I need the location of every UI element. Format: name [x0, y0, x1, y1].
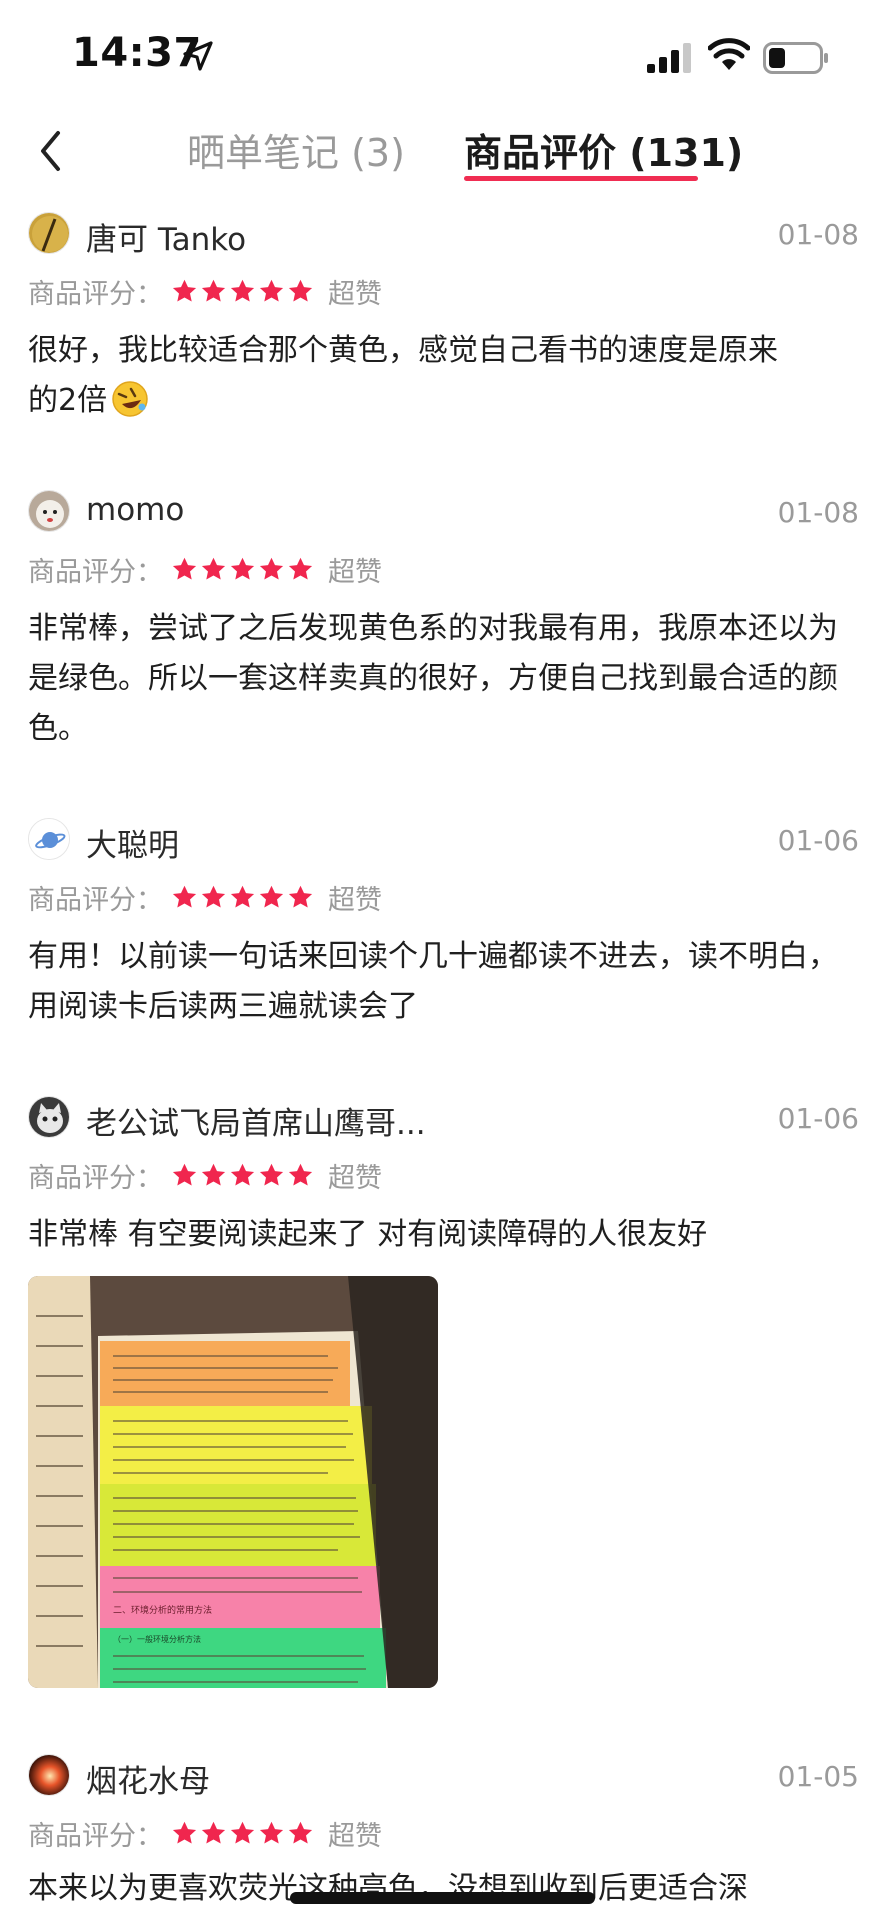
review-text[interactable]: 本来以为更喜欢荧光这种亮色，没想到收到后更适合深: [28, 1864, 858, 1914]
review-date: 01-06: [777, 1102, 859, 1135]
back-chevron-icon[interactable]: [28, 124, 76, 178]
rofl-emoji-icon: [112, 381, 148, 417]
star-icon: [201, 885, 226, 908]
review-text[interactable]: 有用！以前读一句话来回读个几十遍都读不进去，读不明白，用阅读卡后读两三遍就读会了: [28, 932, 858, 1032]
star-icon: [259, 1821, 284, 1844]
username[interactable]: 烟花水母: [86, 1756, 210, 1801]
rating-word: 超赞: [328, 1163, 382, 1194]
rating-label: 商品评分：: [28, 279, 163, 310]
star-icon: [259, 885, 284, 908]
star-icon: [172, 279, 197, 302]
username[interactable]: 老公试飞局首席山鹰哥...: [86, 1098, 426, 1143]
star-icon: [288, 557, 313, 580]
rating-word: 超赞: [328, 557, 382, 588]
location-arrow-icon: [183, 41, 213, 71]
star-icon: [288, 279, 313, 302]
home-indicator[interactable]: [290, 1892, 595, 1904]
star-icon: [230, 1163, 255, 1186]
star-icon: [230, 1821, 255, 1844]
review-tabs-header: 晒单笔记 (3) 商品评价 (131): [0, 110, 887, 190]
username[interactable]: momo: [86, 492, 184, 528]
photo-subheading: （一）一般环境分析方法: [113, 1634, 201, 1644]
star-icon: [288, 885, 313, 908]
avatar[interactable]: [28, 490, 70, 532]
star-icon: [201, 279, 226, 302]
star-rating: [171, 278, 316, 305]
review-text-line: 的2倍: [28, 383, 108, 418]
photo-heading: 二、环境分析的常用方法: [113, 1604, 212, 1616]
status-bar: 14:37: [0, 0, 887, 110]
rating-label: 商品评分：: [28, 1821, 163, 1852]
star-icon: [201, 557, 226, 580]
avatar[interactable]: [28, 1096, 70, 1138]
star-icon: [172, 1163, 197, 1186]
review-date: 01-05: [777, 1760, 859, 1793]
rating-label: 商品评分：: [28, 557, 163, 588]
review-text[interactable]: 非常棒 有空要阅读起来了 对有阅读障碍的人很友好: [28, 1210, 858, 1260]
review-photo[interactable]: 二、环境分析的常用方法 （一）一般环境分析方法: [28, 1276, 438, 1688]
rating-row: 商品评分： 超赞: [28, 1156, 382, 1195]
star-icon: [259, 1163, 284, 1186]
rating-row: 商品评分： 超赞: [28, 550, 382, 589]
star-icon: [172, 1821, 197, 1844]
rating-label: 商品评分：: [28, 885, 163, 916]
username[interactable]: 唐可 Tanko: [86, 214, 246, 259]
star-icon: [172, 557, 197, 580]
rating-label: 商品评分：: [28, 1163, 163, 1194]
review-date: 01-08: [777, 218, 859, 251]
username[interactable]: 大聪明: [86, 820, 179, 865]
active-tab-indicator: [464, 176, 698, 181]
rating-word: 超赞: [328, 279, 382, 310]
rating-row: 商品评分： 超赞: [28, 878, 382, 917]
star-rating: [171, 1162, 316, 1189]
star-icon: [288, 1163, 313, 1186]
avatar[interactable]: [28, 818, 70, 860]
review-text-line: 很好，我比较适合那个黄色，感觉自己看书的速度是原来: [28, 333, 778, 368]
star-icon: [259, 279, 284, 302]
star-icon: [259, 557, 284, 580]
wifi-icon: [708, 38, 750, 70]
tab-show-notes[interactable]: 晒单笔记 (3): [187, 122, 405, 177]
avatar[interactable]: [28, 1754, 70, 1796]
review-text[interactable]: 很好，我比较适合那个黄色，感觉自己看书的速度是原来 的2倍: [28, 326, 858, 426]
star-icon: [230, 885, 255, 908]
review-date: 01-08: [777, 496, 859, 529]
star-rating: [171, 556, 316, 583]
battery-icon: [763, 42, 828, 74]
star-icon: [230, 279, 255, 302]
star-rating: [171, 1820, 316, 1847]
review-date: 01-06: [777, 824, 859, 857]
tab-product-reviews[interactable]: 商品评价 (131): [464, 122, 743, 177]
star-icon: [172, 885, 197, 908]
star-icon: [201, 1163, 226, 1186]
cellular-signal-icon: [647, 43, 691, 73]
star-icon: [230, 557, 255, 580]
avatar[interactable]: [28, 212, 70, 254]
rating-word: 超赞: [328, 1821, 382, 1852]
review-text[interactable]: 非常棒，尝试了之后发现黄色系的对我最有用，我原本还以为是绿色。所以一套这样卖真的…: [28, 604, 858, 754]
star-icon: [201, 1821, 226, 1844]
rating-word: 超赞: [328, 885, 382, 916]
star-icon: [288, 1821, 313, 1844]
rating-row: 商品评分： 超赞: [28, 1814, 382, 1853]
star-rating: [171, 884, 316, 911]
rating-row: 商品评分： 超赞: [28, 272, 382, 311]
